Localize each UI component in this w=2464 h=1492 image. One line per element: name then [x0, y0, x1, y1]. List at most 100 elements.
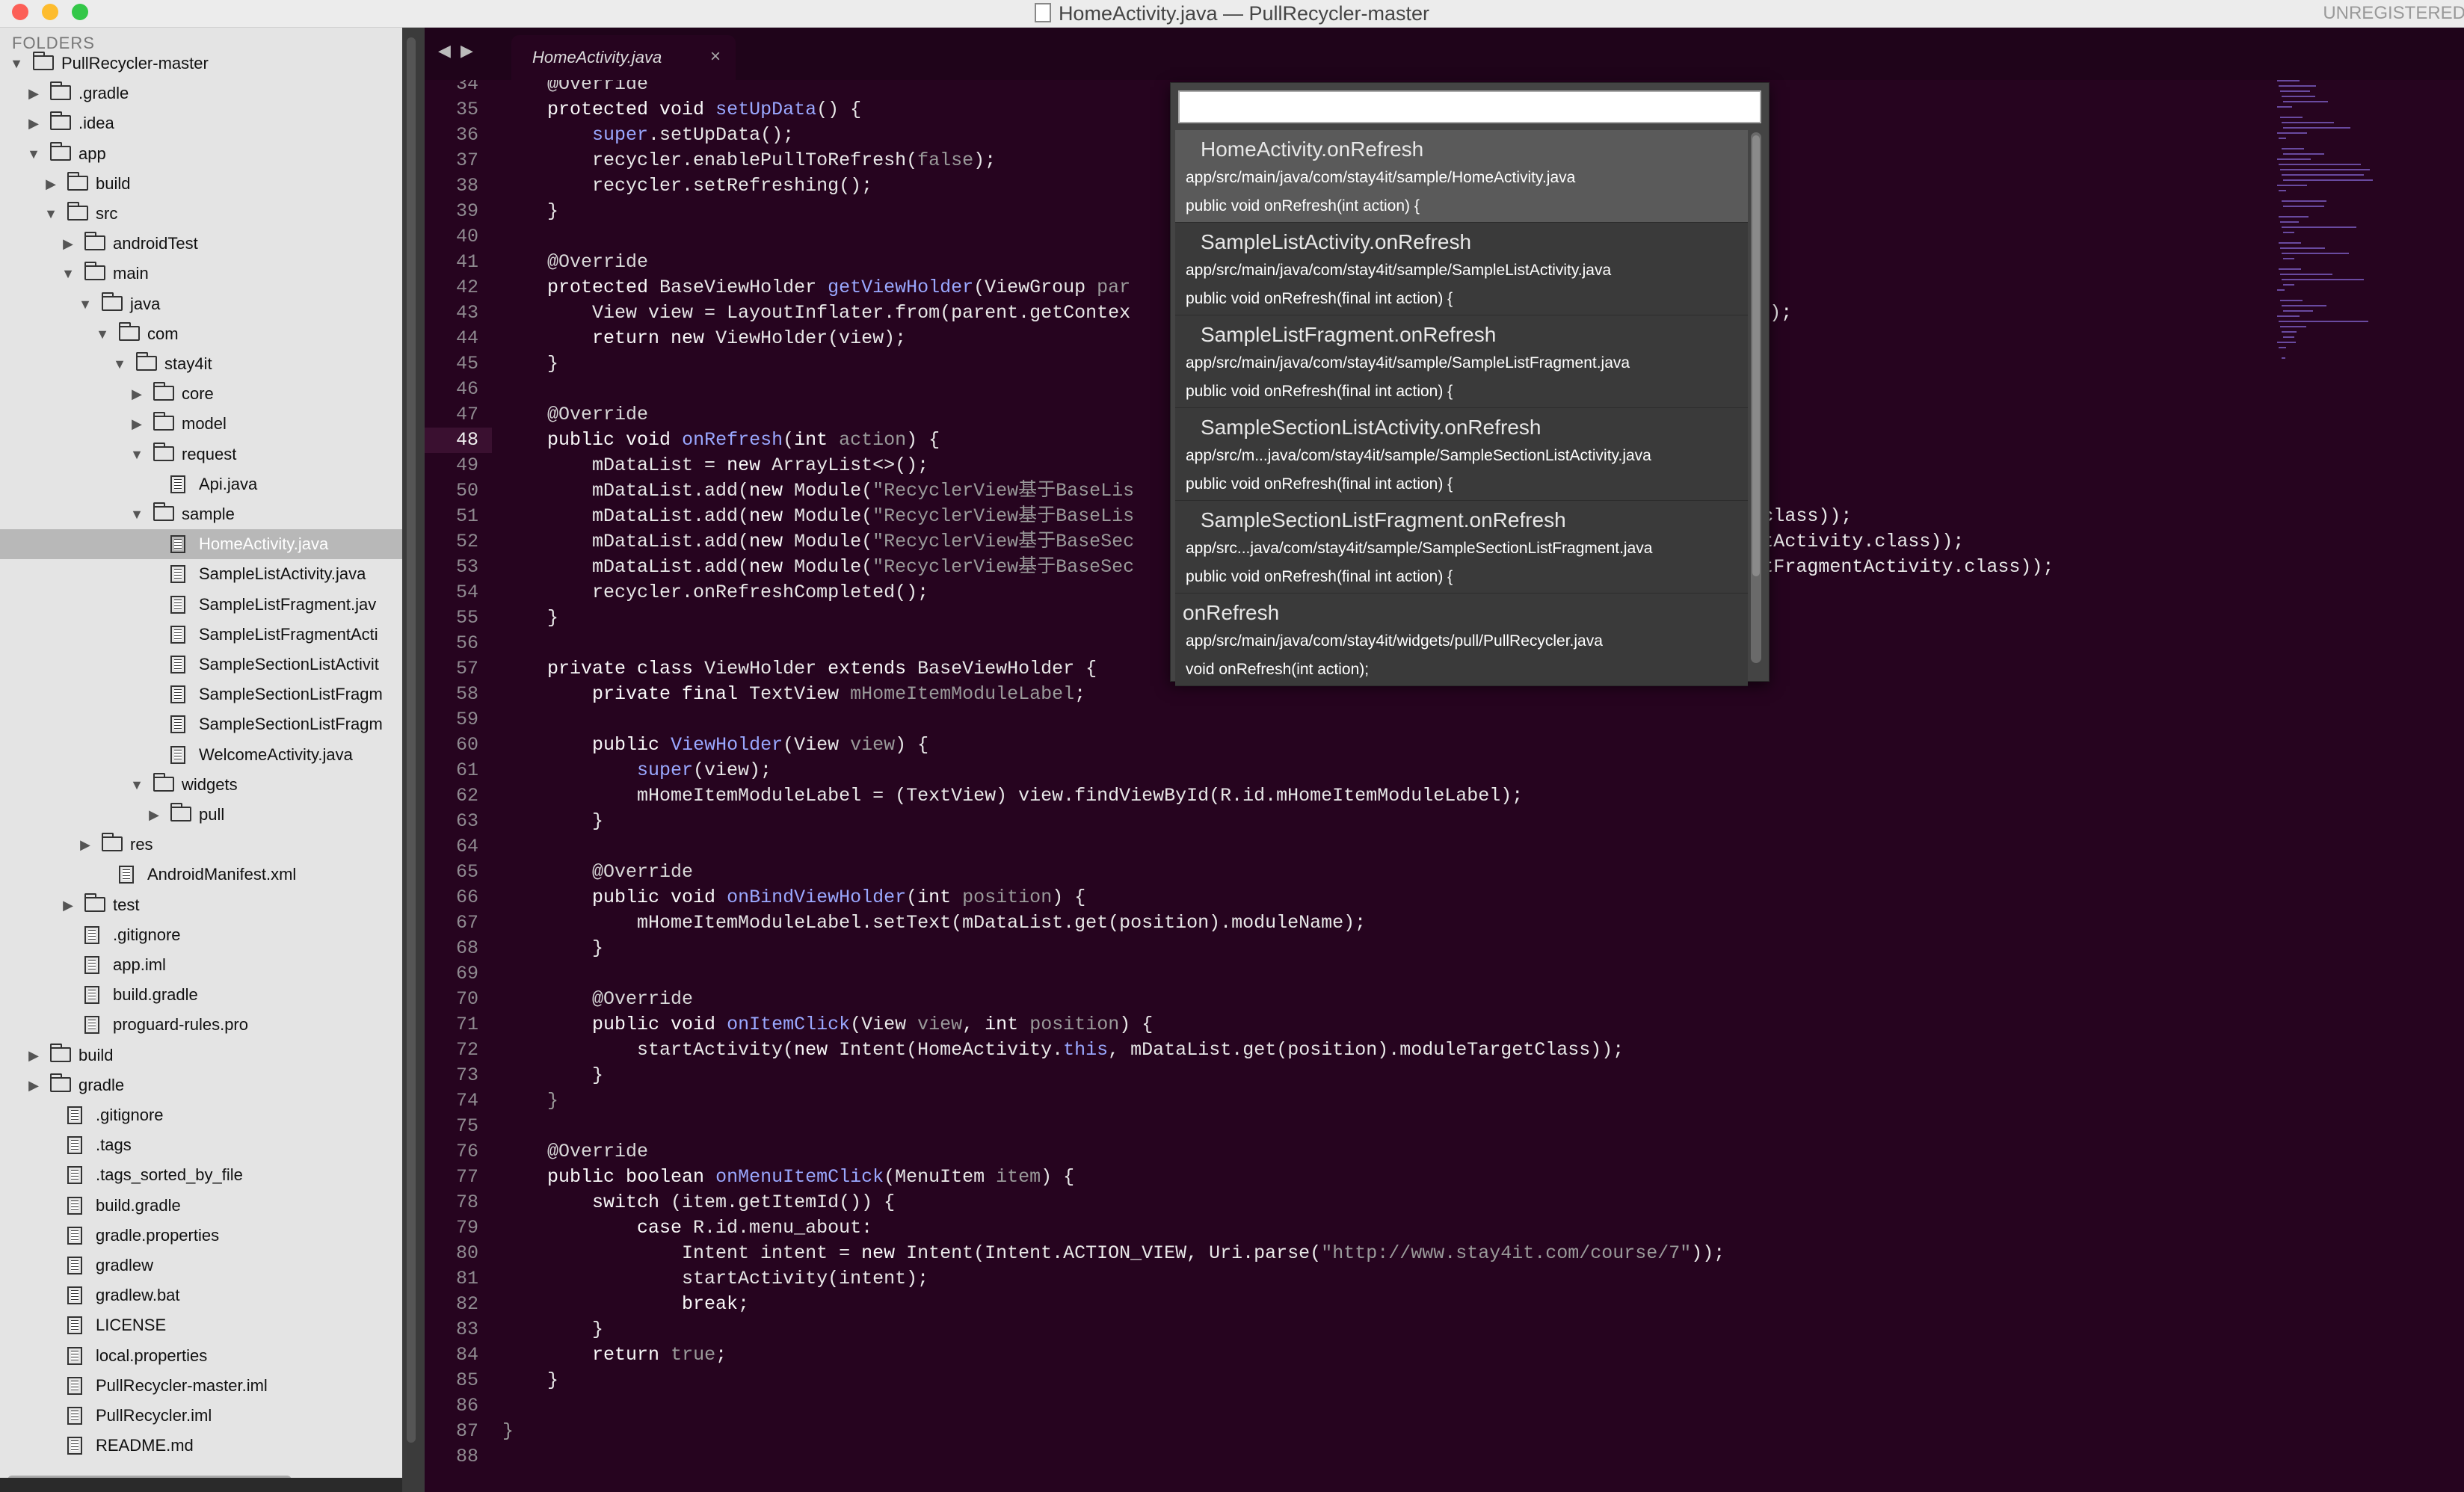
- sidebar-tree-item[interactable]: .tags_sorted_by_file: [0, 1160, 402, 1190]
- goto-result-item[interactable]: SampleSectionListFragment.onRefresh app/s…: [1175, 501, 1748, 594]
- sidebar-tree-item[interactable]: Api.java: [0, 469, 402, 499]
- code-line[interactable]: }: [502, 351, 558, 377]
- disclosure-closed-icon[interactable]: ▶: [26, 108, 41, 138]
- sidebar-tree-item[interactable]: ▼ app: [0, 139, 402, 169]
- tab-close-icon[interactable]: ×: [710, 46, 721, 67]
- sidebar-tree-item[interactable]: README.md: [0, 1431, 402, 1461]
- code-line[interactable]: @Override: [502, 80, 648, 97]
- sidebar-tree-item[interactable]: SampleListFragment.jav: [0, 590, 402, 620]
- sidebar-tree-item[interactable]: WelcomeActivity.java: [0, 740, 402, 770]
- sidebar-tree-item[interactable]: ▶ res: [0, 830, 402, 860]
- sidebar-tree-item[interactable]: SampleSectionListActivit: [0, 650, 402, 679]
- tab-forward-icon[interactable]: ▶: [461, 41, 473, 61]
- code-line[interactable]: recycler.enablePullToRefresh(false);: [502, 148, 996, 173]
- code-line[interactable]: return true;: [502, 1343, 727, 1368]
- disclosure-closed-icon[interactable]: ▶: [78, 830, 93, 860]
- sidebar-tree-item[interactable]: SampleSectionListFragm: [0, 709, 402, 739]
- sidebar-tree-item[interactable]: ▼ sample: [0, 499, 402, 529]
- goto-result-item[interactable]: SampleListFragment.onRefresh app/src/main…: [1175, 315, 1748, 408]
- code-line[interactable]: @Override: [502, 402, 648, 428]
- sidebar-tree-item[interactable]: app.iml: [0, 950, 402, 980]
- sidebar-tree-item[interactable]: AndroidManifest.xml: [0, 860, 402, 890]
- sidebar-tree-item[interactable]: ▶ pull: [0, 800, 402, 830]
- code-line[interactable]: startActivity(intent);: [502, 1266, 928, 1292]
- sidebar-tree-item[interactable]: ▶ core: [0, 379, 402, 409]
- sidebar-tree-item[interactable]: ▶ gradle: [0, 1070, 402, 1100]
- tab-back-icon[interactable]: ◀: [438, 41, 451, 61]
- disclosure-closed-icon[interactable]: ▶: [26, 1070, 41, 1100]
- sidebar-tree-item[interactable]: PullRecycler-master.iml: [0, 1371, 402, 1401]
- tab-home-activity[interactable]: HomeActivity.java ×: [511, 35, 736, 80]
- code-line[interactable]: }: [502, 1419, 514, 1444]
- code-line[interactable]: switch (item.getItemId()) {: [502, 1190, 895, 1215]
- code-line[interactable]: }: [502, 605, 558, 631]
- code-line[interactable]: @Override: [502, 987, 693, 1012]
- code-line[interactable]: public void onBindViewHolder(int positio…: [502, 885, 1085, 910]
- minimap[interactable]: [2270, 80, 2464, 401]
- disclosure-closed-icon[interactable]: ▶: [129, 379, 144, 409]
- sidebar-tree-item[interactable]: SampleListActivity.java: [0, 559, 402, 589]
- code-line[interactable]: }: [502, 1317, 603, 1343]
- disclosure-open-icon[interactable]: ▼: [112, 349, 127, 379]
- code-line[interactable]: }: [502, 1063, 603, 1088]
- sidebar-tree-item[interactable]: ▶ build: [0, 1041, 402, 1070]
- sidebar-tree-item[interactable]: PullRecycler.iml: [0, 1401, 402, 1431]
- sidebar-tree-item[interactable]: ▶ build: [0, 169, 402, 199]
- sidebar-tree-item[interactable]: proguard-rules.pro: [0, 1010, 402, 1040]
- sidebar-tree-item[interactable]: ▼ main: [0, 259, 402, 289]
- disclosure-open-icon[interactable]: ▼: [26, 139, 41, 169]
- sidebar-tree-item[interactable]: gradlew: [0, 1251, 402, 1280]
- disclosure-closed-icon[interactable]: ▶: [61, 229, 76, 259]
- code-line[interactable]: case R.id.menu_about:: [502, 1215, 872, 1241]
- code-line[interactable]: @Override: [502, 1139, 648, 1165]
- disclosure-closed-icon[interactable]: ▶: [61, 890, 76, 920]
- sidebar-tree-item[interactable]: .gitignore: [0, 1100, 402, 1130]
- code-line[interactable]: protected void setUpData() {: [502, 97, 861, 123]
- code-line[interactable]: mDataList = new ArrayList<>();: [502, 453, 928, 478]
- code-line[interactable]: }: [502, 1088, 558, 1114]
- sidebar-tree-item[interactable]: gradlew.bat: [0, 1280, 402, 1310]
- disclosure-closed-icon[interactable]: ▶: [147, 800, 161, 830]
- code-line[interactable]: @Override: [502, 860, 693, 885]
- code-line[interactable]: recycler.setRefreshing();: [502, 173, 872, 199]
- disclosure-open-icon[interactable]: ▼: [78, 289, 93, 319]
- disclosure-closed-icon[interactable]: ▶: [26, 1041, 41, 1070]
- disclosure-closed-icon[interactable]: ▶: [43, 169, 58, 199]
- sidebar-tree-item[interactable]: ▶ .gradle: [0, 78, 402, 108]
- sidebar-tree-item[interactable]: HomeActivity.java: [0, 529, 402, 560]
- sidebar-tree-item[interactable]: ▼ PullRecycler-master: [0, 49, 402, 78]
- disclosure-open-icon[interactable]: ▼: [129, 440, 144, 469]
- sidebar-tree-item[interactable]: ▶ test: [0, 890, 402, 920]
- code-line[interactable]: super(view);: [502, 758, 771, 783]
- disclosure-open-icon[interactable]: ▼: [95, 319, 110, 349]
- sidebar-tree-item[interactable]: SampleSectionListFragm: [0, 679, 402, 709]
- code-line[interactable]: }: [502, 809, 603, 834]
- sidebar-tree-item[interactable]: SampleListFragmentActi: [0, 620, 402, 650]
- sidebar-tree-item[interactable]: ▼ request: [0, 440, 402, 469]
- disclosure-open-icon[interactable]: ▼: [61, 259, 76, 289]
- sidebar-tree-item[interactable]: ▼ com: [0, 319, 402, 349]
- code-line[interactable]: public boolean onMenuItemClick(MenuItem …: [502, 1165, 1074, 1190]
- sidebar-tree-item[interactable]: local.properties: [0, 1341, 402, 1371]
- code-line[interactable]: mHomeItemModuleLabel = (TextView) view.f…: [502, 783, 1523, 809]
- code-line[interactable]: }: [502, 936, 603, 961]
- sidebar-vertical-scrollbar[interactable]: [407, 37, 416, 1443]
- disclosure-open-icon[interactable]: ▼: [43, 199, 58, 229]
- code-line[interactable]: private class ViewHolder extends BaseVie…: [502, 656, 1097, 682]
- sidebar-tree-item[interactable]: .tags: [0, 1130, 402, 1160]
- code-line[interactable]: startActivity(new Intent(HomeActivity.th…: [502, 1038, 1624, 1063]
- code-line[interactable]: public void onRefresh(int action) {: [502, 428, 940, 453]
- code-line[interactable]: super.setUpData();: [502, 123, 794, 148]
- code-line[interactable]: Intent intent = new Intent(Intent.ACTION…: [502, 1241, 1725, 1266]
- sidebar-tree-item[interactable]: ▶ androidTest: [0, 229, 402, 259]
- code-line[interactable]: public ViewHolder(View view) {: [502, 733, 928, 758]
- code-line[interactable]: protected BaseViewHolder getViewHolder(V…: [502, 275, 1130, 300]
- code-line[interactable]: mHomeItemModuleLabel.setText(mDataList.g…: [502, 910, 1366, 936]
- goto-result-item[interactable]: onRefresh app/src/main/java/com/stay4it/w…: [1175, 594, 1748, 686]
- code-line[interactable]: }: [502, 1368, 558, 1393]
- code-line[interactable]: @Override: [502, 250, 648, 275]
- goto-scrollbar-thumb[interactable]: [1752, 135, 1760, 576]
- code-line[interactable]: recycler.onRefreshCompleted();: [502, 580, 928, 605]
- code-line[interactable]: private final TextView mHomeItemModuleLa…: [502, 682, 1085, 707]
- sidebar-tree-item[interactable]: ▶ .idea: [0, 108, 402, 138]
